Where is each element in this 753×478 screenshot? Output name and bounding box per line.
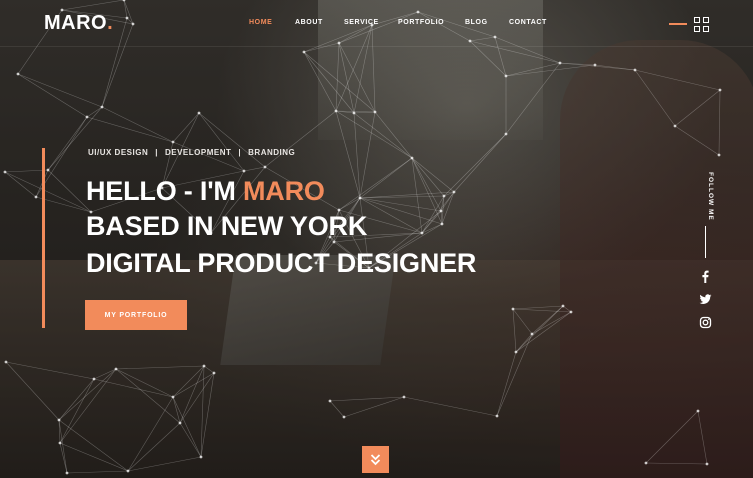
follow-divider-line — [705, 226, 706, 258]
nav-service[interactable]: SERVICE — [344, 19, 379, 26]
tag-branding: BRANDING — [248, 148, 296, 157]
headline-name: MARO — [243, 176, 325, 206]
tag-separator: | — [155, 148, 158, 157]
chevron-double-down-icon — [370, 454, 381, 466]
main-navigation: HOME ABOUT SERVICE PORTFOLIO BLOG CONTAC… — [0, 19, 753, 31]
nav-contact[interactable]: CONTACT — [509, 19, 547, 26]
nav-home[interactable]: HOME — [249, 19, 272, 26]
headline-line-3: DIGITAL PRODUCT DESIGNER — [86, 248, 477, 278]
scroll-down-button[interactable] — [362, 446, 389, 473]
my-portfolio-button[interactable]: MY PORTFOLIO — [85, 300, 187, 330]
twitter-icon[interactable] — [699, 293, 712, 306]
nav-blog[interactable]: BLOG — [465, 19, 488, 26]
instagram-icon[interactable] — [699, 316, 712, 329]
hero-tagline: UI/UX DESIGN | DEVELOPMENT | BRANDING — [88, 148, 295, 158]
menu-accent-line — [669, 23, 687, 25]
tag-development: DEVELOPMENT — [164, 148, 232, 157]
nav-about[interactable]: ABOUT — [295, 19, 323, 26]
headline-line-2: BASED IN NEW YORK — [86, 211, 368, 241]
headline-greeting: HELLO - I'M — [86, 176, 244, 206]
tag-uiux: UI/UX DESIGN — [88, 148, 149, 157]
hero-accent-bar — [42, 148, 45, 328]
nav-portfolio[interactable]: PORTFOLIO — [398, 19, 444, 26]
facebook-icon[interactable] — [699, 270, 712, 283]
grid-menu-icon[interactable] — [694, 17, 709, 32]
headline-line-1: HELLO - I'M MARO — [86, 176, 325, 206]
follow-me-label: FOLLOW ME — [707, 172, 714, 221]
header-divider — [0, 46, 753, 47]
tag-separator: | — [238, 148, 242, 157]
